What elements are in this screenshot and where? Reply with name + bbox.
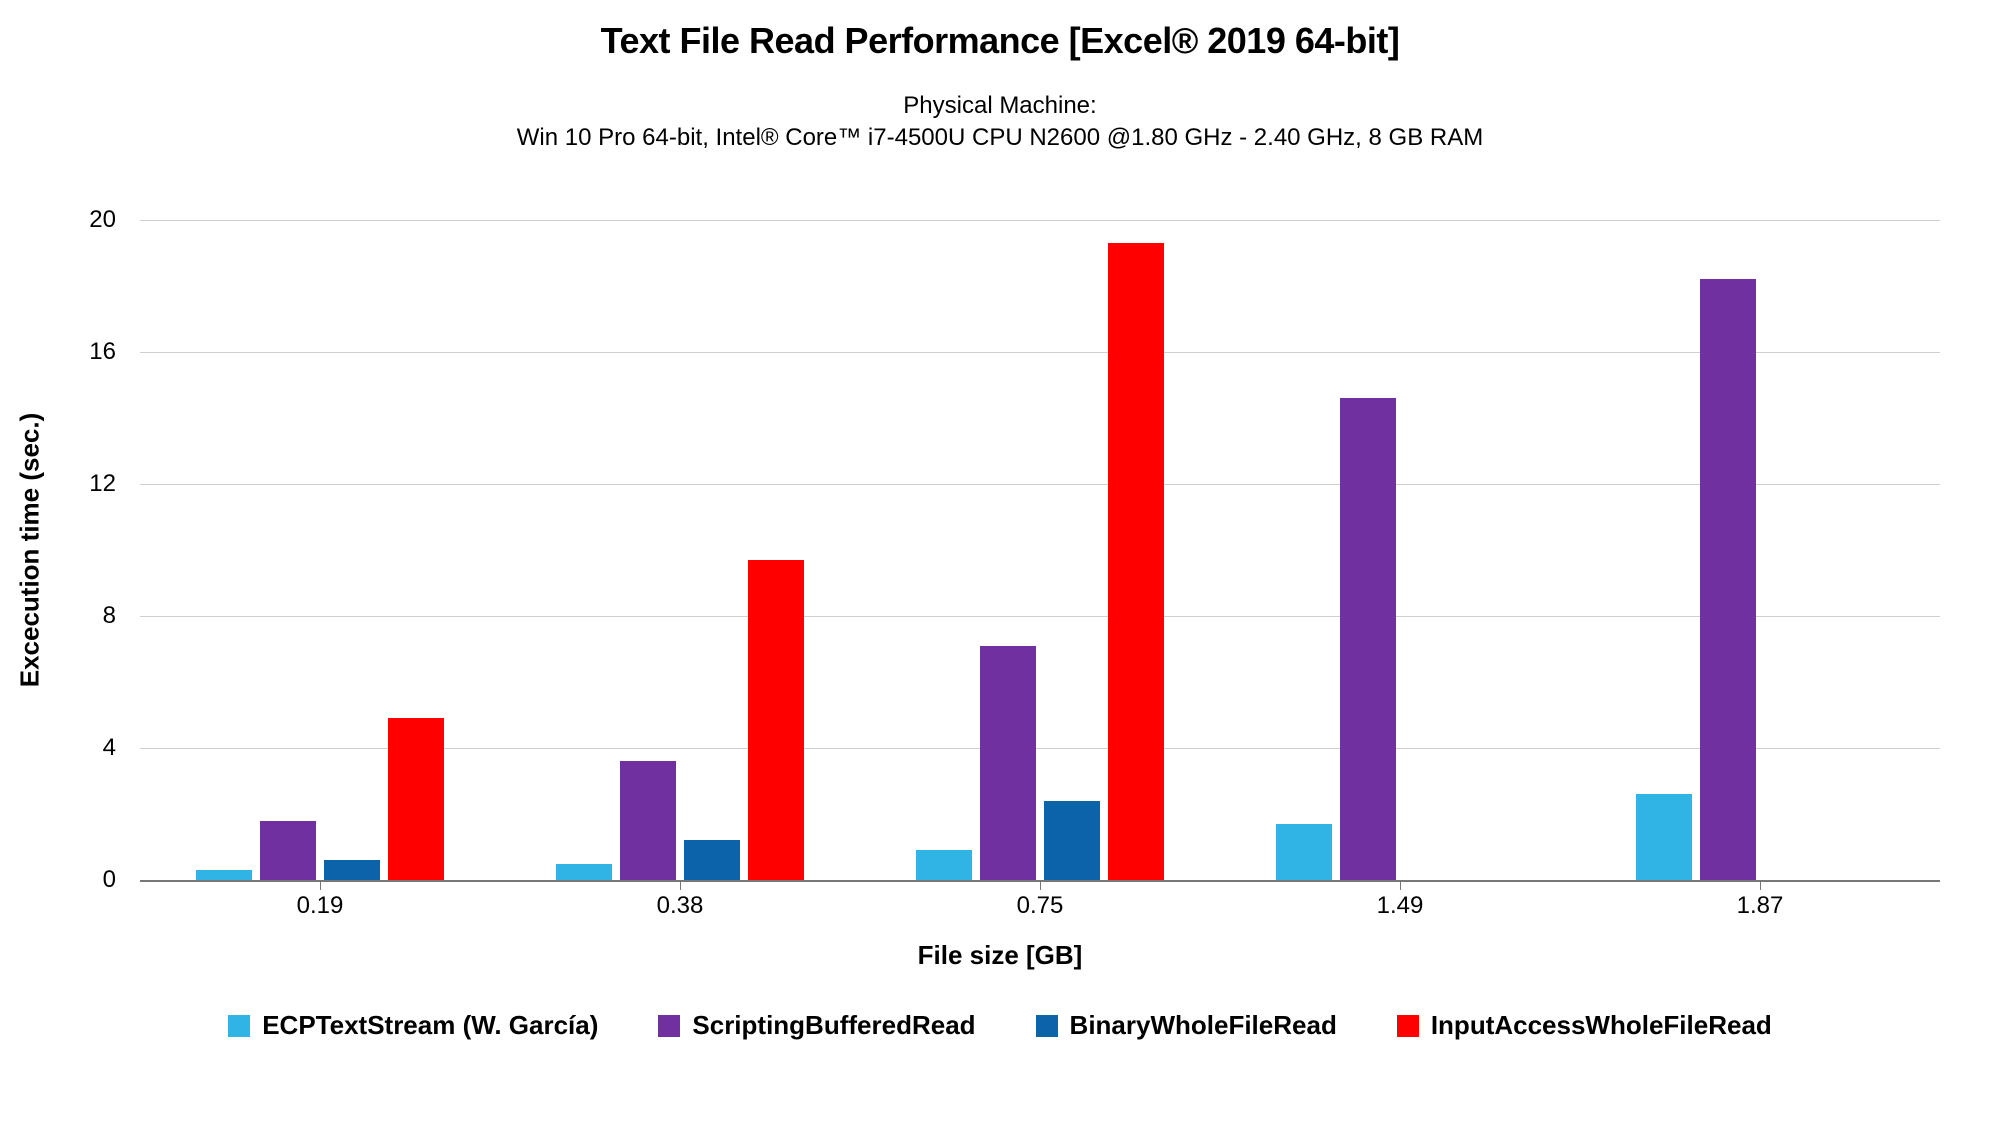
- bar: [196, 870, 252, 880]
- plot-area: 0481216200.190.380.751.491.87: [140, 220, 1940, 880]
- category-group: 1.49: [1220, 220, 1580, 880]
- legend-item: ScriptingBufferedRead: [658, 1010, 975, 1041]
- chart-subtitle: Physical Machine: Win 10 Pro 64-bit, Int…: [0, 90, 2000, 155]
- bar: [1108, 243, 1164, 880]
- legend-item: ECPTextStream (W. García): [228, 1010, 598, 1041]
- bar: [748, 560, 804, 880]
- bar: [684, 840, 740, 880]
- x-tick-label: 1.87: [1580, 880, 1940, 920]
- y-tick-label: 20: [89, 206, 140, 234]
- bar: [556, 864, 612, 881]
- category-group: 0.19: [140, 220, 500, 880]
- x-tick-label: 0.19: [140, 880, 500, 920]
- category-group: 1.87: [1580, 220, 1940, 880]
- bar: [388, 718, 444, 880]
- bar: [1636, 794, 1692, 880]
- category-group: 0.75: [860, 220, 1220, 880]
- bar: [1340, 398, 1396, 880]
- y-tick-label: 8: [103, 602, 140, 630]
- bar: [980, 646, 1036, 880]
- x-tick-label: 0.38: [500, 880, 860, 920]
- bar: [620, 761, 676, 880]
- legend-swatch: [658, 1015, 680, 1037]
- bar: [1044, 801, 1100, 880]
- bar: [1276, 824, 1332, 880]
- category-group: 0.38: [500, 220, 860, 880]
- legend-label: InputAccessWholeFileRead: [1431, 1010, 1772, 1041]
- legend: ECPTextStream (W. García) ScriptingBuffer…: [0, 1010, 2000, 1041]
- legend-label: BinaryWholeFileRead: [1070, 1010, 1337, 1041]
- legend-swatch: [1036, 1015, 1058, 1037]
- y-tick-label: 16: [89, 338, 140, 366]
- y-tick-label: 0: [103, 866, 140, 894]
- legend-label: ECPTextStream (W. García): [262, 1010, 598, 1041]
- legend-item: InputAccessWholeFileRead: [1397, 1010, 1772, 1041]
- legend-swatch: [228, 1015, 250, 1037]
- x-axis-label: File size [GB]: [0, 940, 2000, 971]
- chart-title: Text File Read Performance [Excel® 2019 …: [0, 20, 2000, 62]
- bar: [324, 860, 380, 880]
- chart-subtitle-line1: Physical Machine:: [903, 92, 1096, 119]
- x-tick-label: 1.49: [1220, 880, 1580, 920]
- y-axis-label: Excecution time (sec.): [15, 413, 46, 688]
- y-tick-label: 12: [89, 470, 140, 498]
- chart-subtitle-line2: Win 10 Pro 64-bit, Intel® Core™ i7-4500U…: [517, 124, 1483, 151]
- chart-container: Text File Read Performance [Excel® 2019 …: [0, 0, 2000, 1125]
- bar: [916, 850, 972, 880]
- bar: [260, 821, 316, 880]
- bar: [1700, 279, 1756, 880]
- legend-item: BinaryWholeFileRead: [1036, 1010, 1337, 1041]
- x-tick-label: 0.75: [860, 880, 1220, 920]
- legend-label: ScriptingBufferedRead: [692, 1010, 975, 1041]
- legend-swatch: [1397, 1015, 1419, 1037]
- y-tick-label: 4: [103, 734, 140, 762]
